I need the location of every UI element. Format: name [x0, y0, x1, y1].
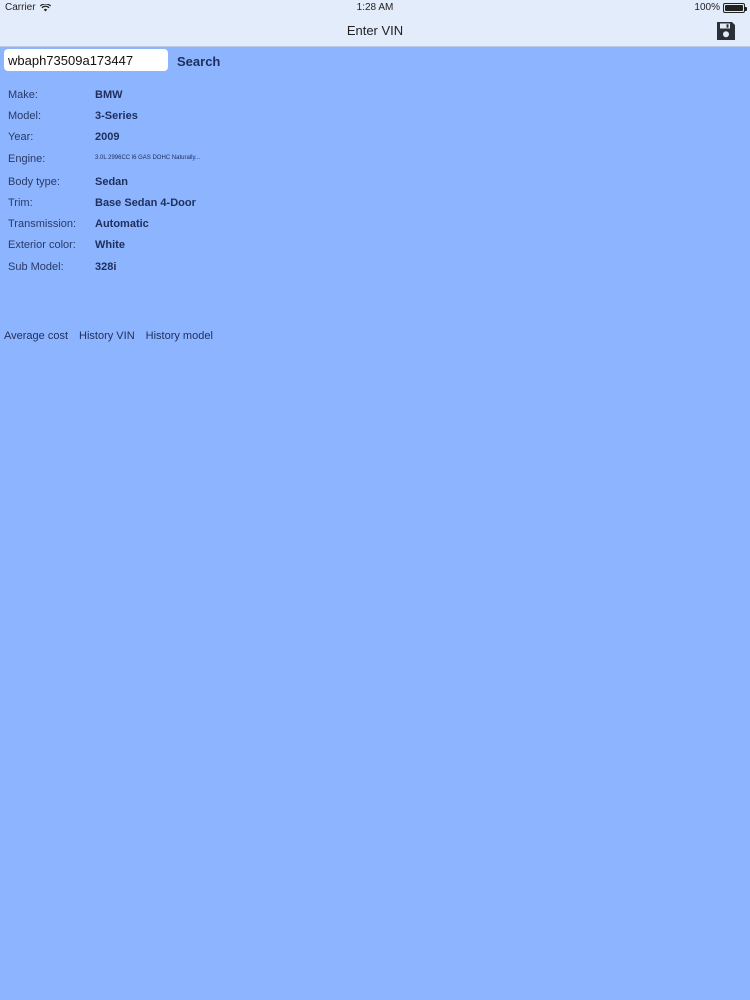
detail-value: White	[95, 239, 125, 251]
detail-row-make: Make: BMW	[8, 89, 123, 101]
page-title: Enter VIN	[346, 23, 404, 38]
detail-row-exterior-color: Exterior color: White	[8, 239, 125, 251]
status-time: 1:28 AM	[356, 2, 394, 13]
search-row: Search	[4, 49, 220, 71]
detail-row-engine: Engine: 3.0L 2996CC l6 GAS DOHC Naturall…	[8, 153, 200, 165]
detail-value: Automatic	[95, 218, 149, 230]
history-vin-link[interactable]: History VIN	[79, 330, 135, 342]
detail-label: Exterior color:	[8, 239, 76, 251]
status-bar: Carrier 1:28 AM 100%	[0, 0, 750, 16]
detail-label: Sub Model:	[8, 261, 64, 273]
save-icon[interactable]	[716, 21, 736, 41]
navigation-bar: Carrier 1:28 AM 100% Enter VIN	[0, 0, 750, 47]
detail-label: Body type:	[8, 176, 60, 188]
detail-label: Make:	[8, 89, 38, 101]
detail-label: Trim:	[8, 197, 33, 209]
detail-value: 3.0L 2996CC l6 GAS DOHC Naturally...	[95, 155, 201, 161]
battery-icon	[723, 2, 747, 13]
search-button[interactable]: Search	[177, 54, 220, 69]
vin-input[interactable]	[4, 49, 168, 71]
detail-row-body-type: Body type: Sedan	[8, 176, 128, 188]
detail-label: Transmission:	[8, 218, 77, 230]
battery-percent: 100%	[694, 2, 720, 13]
detail-row-transmission: Transmission: Automatic	[8, 218, 149, 230]
detail-value: 328i	[95, 261, 117, 273]
detail-value: Sedan	[95, 176, 129, 188]
detail-row-year: Year: 2009	[8, 131, 119, 143]
detail-label: Model:	[8, 110, 42, 122]
detail-row-trim: Trim: Base Sedan 4-Door	[8, 197, 196, 209]
detail-label: Year:	[8, 131, 34, 143]
average-cost-link[interactable]: Average cost	[4, 330, 68, 342]
detail-value: BMW	[95, 89, 123, 101]
status-right: 100%	[694, 2, 747, 13]
detail-value: Base Sedan 4-Door	[95, 197, 196, 209]
detail-row-sub-model: Sub Model: 328i	[8, 261, 116, 273]
detail-label: Engine:	[8, 153, 46, 165]
detail-value: 3-Series	[95, 110, 138, 122]
detail-row-model: Model: 3-Series	[8, 110, 138, 122]
history-links: Average cost History VIN History model	[4, 330, 213, 342]
detail-value: 2009	[95, 131, 120, 143]
history-model-link[interactable]: History model	[146, 330, 213, 342]
